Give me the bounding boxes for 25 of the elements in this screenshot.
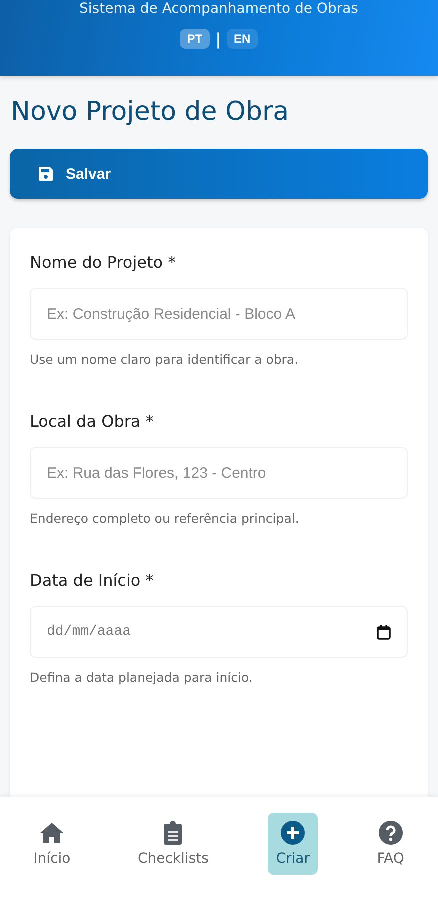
- language-button[interactable]: EN: [227, 29, 258, 49]
- nav-item[interactable]: Checklists: [130, 813, 217, 875]
- save-button[interactable]: Salvar: [10, 149, 428, 199]
- plus-circle-icon: [281, 821, 306, 845]
- home-icon: [39, 821, 66, 845]
- nav-item[interactable]: FAQ: [369, 813, 412, 875]
- help-icon: [378, 821, 403, 845]
- separator: |: [216, 30, 222, 48]
- input-field[interactable]: Ex: Construção Residencial - Bloco A: [30, 288, 408, 340]
- field-label: Local da Obra *: [30, 411, 155, 433]
- input-field[interactable]: Ex: Rua das Flores, 123 - Centro: [30, 447, 408, 499]
- app-title: Sistema de Acompanhamento de Obras: [80, 1, 358, 18]
- date-field[interactable]: dd/mm/aaaa: [30, 606, 408, 658]
- field-hint: Defina a data planejada para início.: [30, 670, 254, 685]
- field-hint: Endereço completo ou referência principal.: [30, 511, 300, 526]
- calendar-icon: [377, 624, 391, 640]
- page-title: Novo Projeto de Obra: [11, 96, 290, 128]
- clipboard-icon: [164, 821, 182, 845]
- field-hint: Use um nome claro para identificar a obra.: [30, 352, 300, 367]
- nav-item[interactable]: Início: [26, 813, 79, 875]
- language-button[interactable]: PT: [180, 29, 210, 49]
- field-label: Nome do Projeto *: [30, 252, 178, 274]
- field-label: Data de Início *: [30, 570, 155, 592]
- nav-item[interactable]: Criar: [268, 813, 318, 875]
- save-icon: [38, 166, 54, 182]
